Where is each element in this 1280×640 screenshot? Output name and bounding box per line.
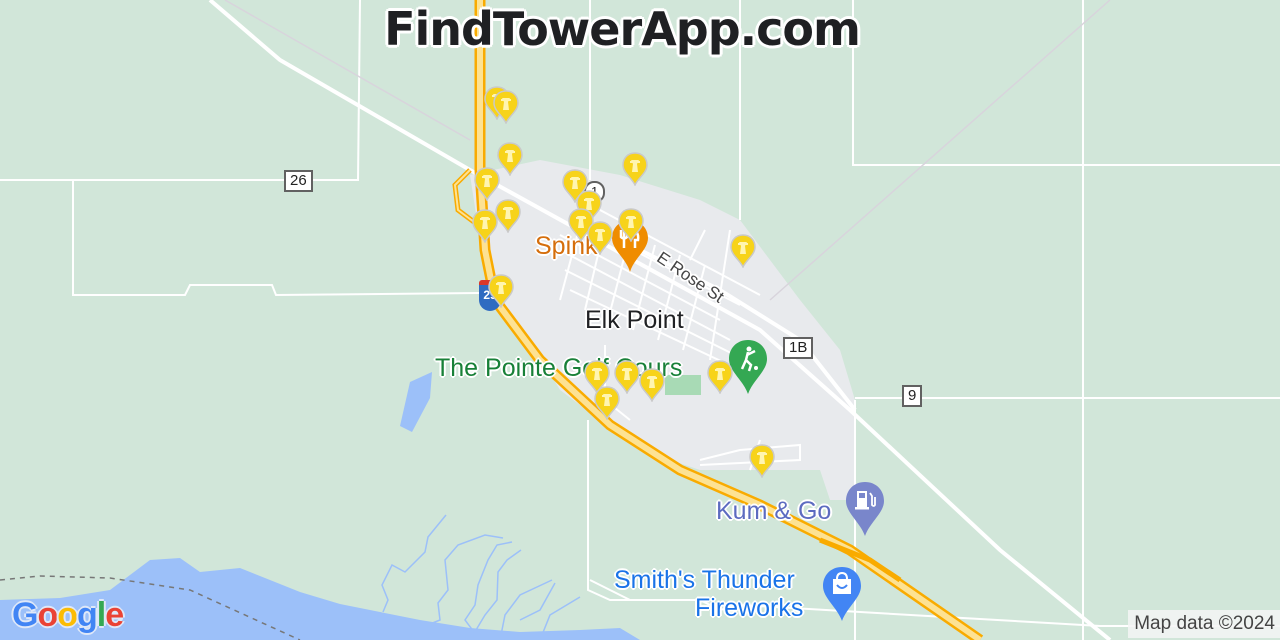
cell-tower-icon[interactable] — [497, 142, 523, 177]
store-label-line2[interactable]: Fireworks — [695, 594, 803, 623]
site-title: FindTowerApp.com — [384, 2, 861, 56]
cell-tower-icon[interactable] — [495, 199, 521, 234]
gas-pump-icon[interactable] — [844, 480, 886, 538]
cell-tower-icon[interactable] — [472, 209, 498, 244]
route-shield-26: 26 — [284, 170, 313, 192]
town-label[interactable]: Elk Point — [585, 306, 684, 335]
route-shield-9: 9 — [902, 385, 923, 407]
logo-letter: G — [12, 596, 38, 634]
cell-tower-icon[interactable] — [707, 360, 733, 395]
logo-letter: g — [77, 596, 98, 634]
cell-tower-icon[interactable] — [474, 167, 500, 202]
cell-tower-icon[interactable] — [622, 152, 648, 187]
cell-tower-icon[interactable] — [587, 221, 613, 256]
pond — [400, 372, 432, 432]
shopping-bag-icon[interactable] — [821, 565, 863, 623]
gas-station-label[interactable]: Kum & Go — [716, 497, 831, 526]
map-attribution[interactable]: Map data ©2024 — [1128, 610, 1280, 638]
cell-tower-icon[interactable] — [749, 444, 775, 479]
logo-letter: l — [96, 596, 107, 634]
route-shield-1b: 1B — [783, 337, 814, 359]
logo-letter: e — [105, 596, 124, 634]
cell-tower-icon[interactable] — [493, 90, 519, 125]
google-logo[interactable]: Google — [12, 596, 124, 635]
logo-letter: o — [57, 596, 78, 634]
store-label-line1[interactable]: Smith's Thunder — [614, 566, 795, 595]
cell-tower-icon[interactable] — [639, 368, 665, 403]
logo-letter: o — [37, 596, 58, 634]
cell-tower-icon[interactable] — [618, 208, 644, 243]
cell-tower-icon[interactable] — [594, 386, 620, 421]
cell-tower-icon[interactable] — [488, 274, 514, 309]
golfer-icon[interactable] — [727, 338, 769, 396]
cell-tower-icon[interactable] — [730, 234, 756, 269]
